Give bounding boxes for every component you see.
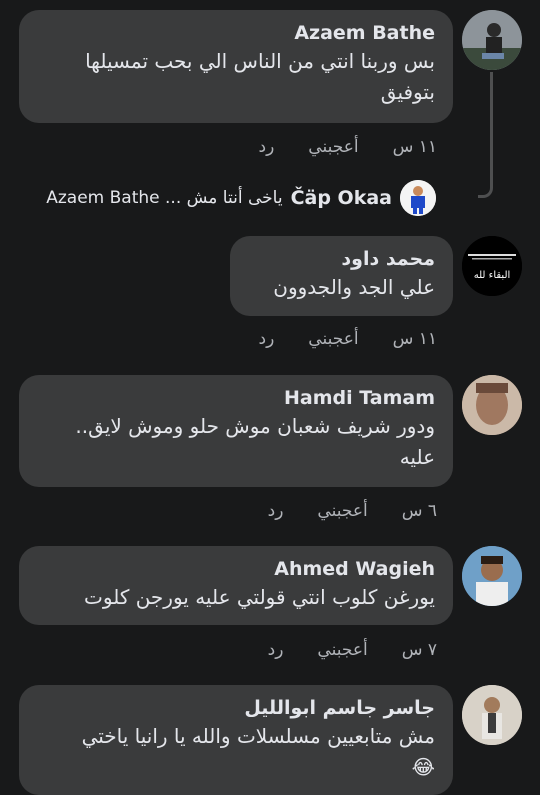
comment-bubble: Ahmed Wagieh يورغن كلوب انتي قولتي عليه …: [19, 546, 453, 625]
laughing-emoji-icon: 😂: [411, 755, 435, 779]
reply-snippet[interactable]: ياخى أنتا مش ... Azaem Bathe: [46, 188, 282, 208]
comment-bubble: جاسر جاسم ابوالليل مش متابعيين مسلسلات و…: [19, 685, 453, 795]
comment-bubble: محمد داود علي الجد والجدوون: [230, 236, 453, 316]
reply-button[interactable]: رد: [268, 501, 284, 521]
comment-actions: ٧ س أعجبني رد: [268, 640, 437, 660]
comment-text: علي الجد والجدوون: [273, 275, 435, 299]
comment-author[interactable]: Hamdi Tamam: [37, 385, 435, 411]
comment-text: عليه: [399, 445, 435, 469]
comments-thread: Azaem Bathe بس وربنا انتي من الناس الي ب…: [0, 0, 540, 795]
comment-text: 😂: [37, 752, 435, 783]
comment-time[interactable]: ٧ س: [402, 640, 437, 660]
comment-author[interactable]: محمد داود: [248, 246, 435, 272]
comment-actions: ٦ س أعجبني رد: [268, 501, 437, 521]
comment-actions: ١١ س أعجبني رد: [259, 137, 437, 157]
comment-author[interactable]: جاسر جاسم ابوالليل: [37, 695, 435, 721]
comment-text: يورغن كلوب انتي قولتي عليه يورجن كلوت: [84, 585, 435, 609]
comment-text: مش متابعيين مسلسلات والله يا رانيا ياختي: [81, 724, 435, 748]
comment-author[interactable]: Azaem Bathe: [37, 20, 435, 46]
reply-button[interactable]: رد: [259, 329, 275, 349]
comment-time[interactable]: ٦ س: [402, 501, 437, 521]
like-button[interactable]: أعجبني: [308, 329, 358, 349]
comment-bubble: Hamdi Tamam ودور شريف شعبان موش حلو وموش…: [19, 375, 453, 487]
like-button[interactable]: أعجبني: [317, 640, 367, 660]
reply-button[interactable]: رد: [268, 640, 284, 660]
reply-author[interactable]: Čäp Okaa: [291, 187, 392, 209]
comment-text: ودور شريف شعبان موش حلو وموش لايق..: [75, 414, 435, 438]
like-button[interactable]: أعجبني: [317, 501, 367, 521]
reply-button[interactable]: رد: [259, 137, 275, 157]
reply-preview[interactable]: Čäp Okaa ياخى أنتا مش ... Azaem Bathe: [46, 180, 436, 216]
comment-text: بس وربنا انتي من الناس الي بحب تمسيلها: [85, 49, 435, 73]
reply-thread-line: [478, 72, 493, 198]
avatar[interactable]: البقاء لله: [462, 236, 522, 296]
like-button[interactable]: أعجبني: [308, 137, 358, 157]
comment-time[interactable]: ١١ س: [393, 137, 437, 157]
comment-actions: ١١ س أعجبني رد: [259, 329, 437, 349]
comment-time[interactable]: ١١ س: [393, 329, 437, 349]
comment-text: بتوفيق: [380, 80, 435, 104]
comment-bubble: Azaem Bathe بس وربنا انتي من الناس الي ب…: [19, 10, 453, 123]
avatar[interactable]: [462, 685, 522, 745]
comment-author[interactable]: Ahmed Wagieh: [37, 556, 435, 582]
avatar[interactable]: [462, 10, 522, 70]
avatar-caption: البقاء لله: [474, 270, 511, 281]
avatar[interactable]: [462, 546, 522, 606]
avatar[interactable]: [400, 180, 436, 216]
avatar[interactable]: [462, 375, 522, 435]
